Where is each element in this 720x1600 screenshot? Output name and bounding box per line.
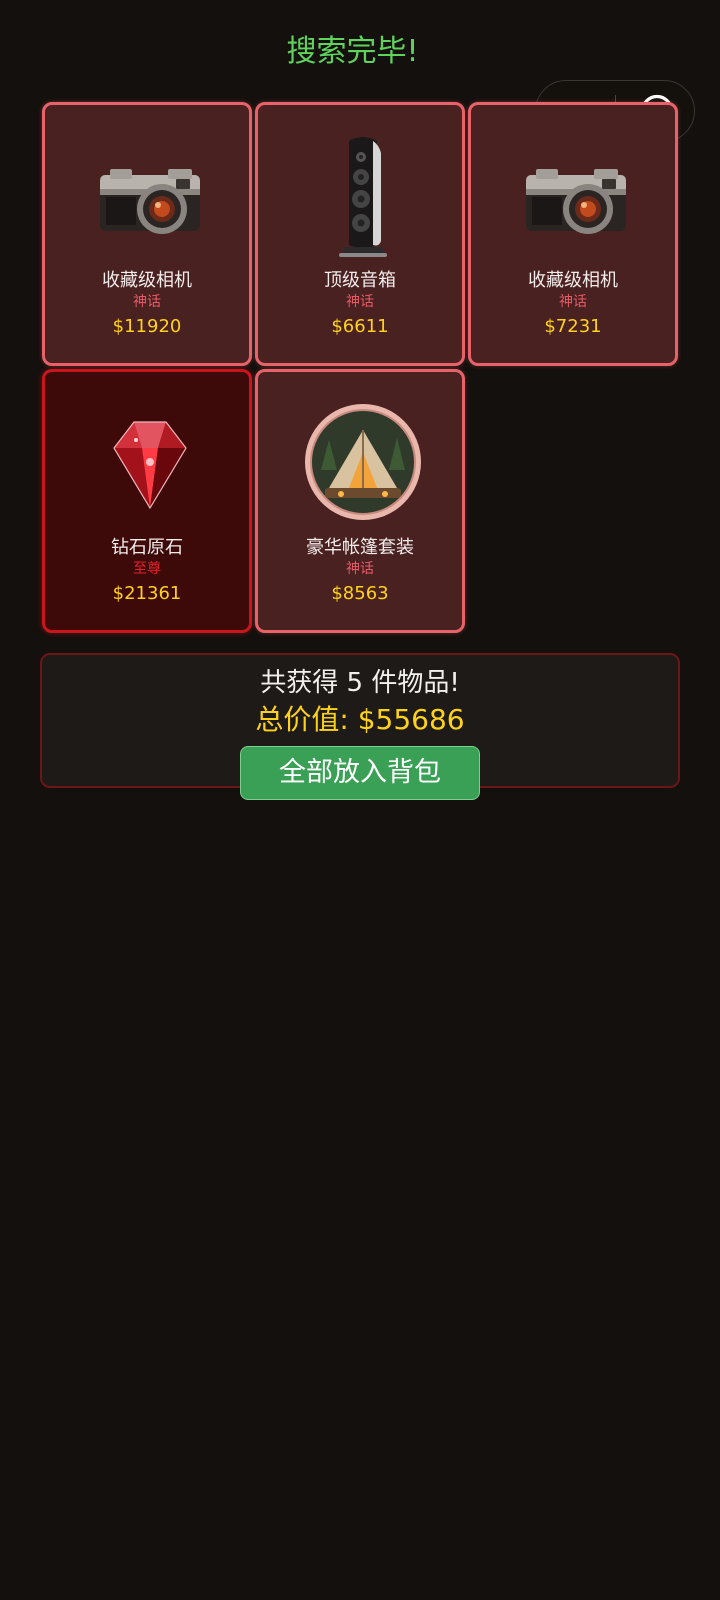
item-price: $6611 [331,316,389,337]
item-name: 顶级音箱 [324,270,396,291]
item-price: $11920 [112,316,182,337]
item-name: 豪华帐篷套装 [306,537,414,558]
item-name: 收藏级相机 [528,270,618,291]
item-rarity: 至尊 [133,561,161,577]
item-name: 收藏级相机 [102,270,192,291]
item-card[interactable]: 豪华帐篷套装 神话 $8563 [255,369,465,633]
item-price: $21361 [112,583,182,604]
item-card[interactable]: 收藏级相机 神话 $7231 [468,102,678,366]
item-card[interactable]: 收藏级相机 神话 $11920 [42,102,252,366]
put-all-in-backpack-button[interactable]: 全部放入背包 [240,746,480,800]
total-value-text: 总价值: $55686 [255,703,465,736]
page-title: 搜索完毕! [286,34,419,69]
tower-speaker-icon [339,137,387,257]
item-rarity: 神话 [133,294,161,310]
item-card[interactable]: 钻石原石 至尊 $21361 [42,369,252,633]
item-name: 钻石原石 [111,537,183,558]
item-rarity: 神话 [346,561,374,577]
item-card[interactable]: 顶级音箱 神话 $6611 [255,102,465,366]
item-price: $8563 [331,583,389,604]
vintage-camera-icon [526,169,626,234]
red-diamond-icon [113,421,187,510]
item-price: $7231 [544,316,602,337]
glamping-tent-icon [305,404,421,520]
item-count-text: 共获得 5 件物品! [260,668,460,698]
item-rarity: 神话 [346,294,374,310]
item-rarity: 神话 [559,294,587,310]
vintage-camera-icon [100,169,200,234]
